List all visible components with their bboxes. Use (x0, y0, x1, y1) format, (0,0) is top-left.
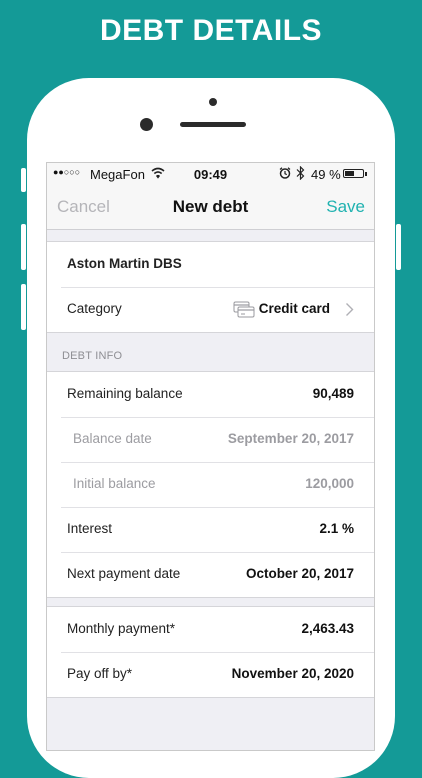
mute-switch (21, 168, 26, 192)
balance-date-label: Balance date (73, 431, 152, 446)
alarm-icon (279, 167, 291, 179)
volume-down-button (21, 284, 26, 330)
battery-tip (365, 172, 367, 176)
page-title: New debt (172, 197, 249, 216)
category-value: Credit card (258, 301, 330, 316)
pay-off-row[interactable]: Pay off by* November 20, 2020 (47, 652, 374, 697)
next-payment-row[interactable]: Next payment date October 20, 2017 (47, 552, 374, 597)
category-label: Category (67, 301, 122, 316)
payment-plan-group: Monthly payment* 2,463.43 Pay off by* No… (47, 606, 374, 698)
debt-basic-group: Aston Martin DBS Category Credit card (47, 241, 374, 333)
debt-info-group: Remaining balance 90,489 Balance date Se… (47, 371, 374, 598)
battery-level (345, 171, 354, 176)
proximity-sensor (209, 98, 217, 106)
status-bar: ●●○○○ MegaFon 09:49 49 % (47, 163, 374, 185)
front-camera (140, 118, 153, 131)
initial-balance-label: Initial balance (73, 476, 156, 491)
credit-card-icon (233, 301, 255, 318)
earpiece-speaker (180, 122, 246, 127)
category-row[interactable]: Category Credit card (47, 287, 374, 332)
monthly-payment-label: Monthly payment* (67, 621, 176, 636)
initial-balance-value: 120,000 (305, 476, 354, 491)
monthly-payment-row[interactable]: Monthly payment* 2,463.43 (47, 607, 374, 652)
navigation-bar: Cancel New debt Save (47, 185, 374, 230)
battery-icon (343, 169, 364, 178)
remaining-balance-label: Remaining balance (67, 386, 183, 401)
section-header-debt-info: DEBT INFO (62, 350, 123, 362)
balance-date-row[interactable]: Balance date September 20, 2017 (47, 417, 374, 462)
remaining-balance-row[interactable]: Remaining balance 90,489 (47, 372, 374, 417)
bluetooth-icon (296, 166, 305, 180)
interest-label: Interest (67, 521, 113, 536)
balance-date-value: September 20, 2017 (227, 431, 354, 446)
volume-up-button (21, 224, 26, 270)
initial-balance-row[interactable]: Initial balance 120,000 (47, 462, 374, 507)
power-button (396, 224, 401, 270)
remaining-balance-value: 90,489 (312, 386, 354, 401)
save-button[interactable]: Save (326, 197, 365, 217)
pay-off-value: November 20, 2020 (231, 666, 354, 681)
interest-value: 2.1 % (319, 521, 354, 536)
chevron-right-icon (346, 303, 354, 316)
debt-name-row[interactable]: Aston Martin DBS (47, 242, 374, 287)
next-payment-value: October 20, 2017 (245, 566, 354, 581)
debt-name-field: Aston Martin DBS (67, 256, 182, 271)
promo-title: DEBT DETAILS (99, 14, 323, 47)
battery-percent: 49 % (311, 167, 341, 182)
pay-off-label: Pay off by* (67, 666, 133, 681)
monthly-payment-value: 2,463.43 (301, 621, 354, 636)
next-payment-label: Next payment date (67, 566, 181, 581)
interest-row[interactable]: Interest 2.1 % (47, 507, 374, 552)
app-screen: ●●○○○ MegaFon 09:49 49 % Cancel New debt… (47, 163, 374, 750)
